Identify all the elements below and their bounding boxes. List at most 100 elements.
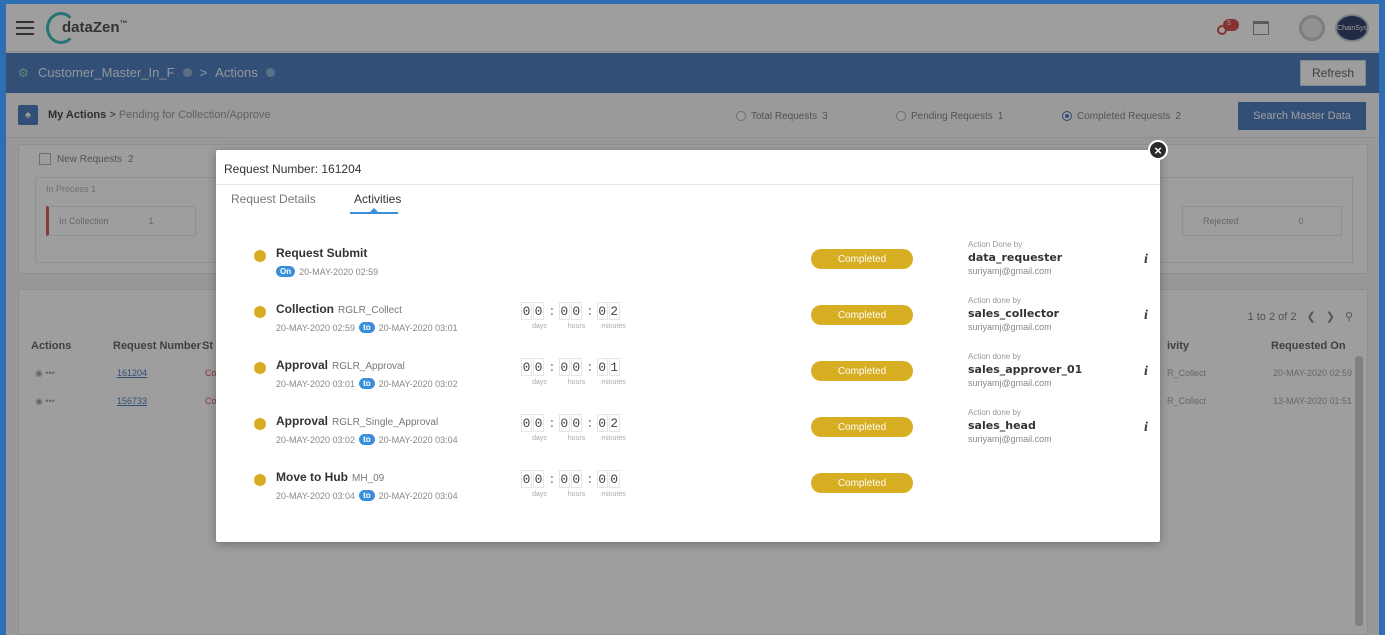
digit: 2 — [608, 302, 620, 320]
status-badge: Completed — [811, 417, 913, 437]
activity-date-to: 20-MAY-2020 03:01 — [378, 322, 458, 333]
minutes-label: minutes — [601, 379, 626, 386]
digit: 0 — [533, 470, 544, 488]
tab-request-details[interactable]: Request Details — [231, 192, 316, 206]
duration-timer: 00:00:01 days hours minutes — [521, 358, 632, 398]
modal-title: Request Number: 161204 — [224, 162, 362, 176]
digit: 0 — [521, 302, 532, 320]
done-by-user: sales_approver_01 — [968, 363, 1083, 376]
digit: 0 — [558, 302, 570, 320]
duration-timer: 00:00:02 days hours minutes — [521, 414, 632, 454]
activity-date-from: 20-MAY-2020 03:01 — [276, 378, 356, 389]
digit: 0 — [558, 470, 570, 488]
digit: 0 — [521, 414, 532, 432]
digit: 0 — [570, 302, 582, 320]
divider — [216, 184, 1160, 185]
digit: 0 — [521, 470, 532, 488]
digit: 1 — [608, 358, 620, 376]
digit: 0 — [596, 358, 608, 376]
timeline-dot-icon — [254, 474, 266, 486]
done-by-label: Action done by — [968, 408, 1021, 417]
status-badge: Completed — [811, 305, 913, 325]
done-by: Action done by sales_approver_01 suriyam… — [968, 352, 1082, 388]
active-tab-indicator — [350, 212, 398, 214]
days-label: days — [532, 379, 547, 386]
activity-date-from: 20-MAY-2020 02:59 — [276, 322, 356, 333]
done-by: Action done by sales_collector suriyamj@… — [968, 296, 1059, 332]
app-frame: dataZen™ 5 ChainSys ⚙ Customer_Master_In… — [6, 4, 1379, 635]
digit: 0 — [533, 302, 544, 320]
timeline-dot-icon — [254, 306, 266, 318]
hours-label: hours — [567, 323, 586, 330]
timeline-dot-icon — [254, 250, 266, 262]
done-by-user: sales_collector — [968, 307, 1060, 320]
activity-date-from: 20-MAY-2020 03:04 — [276, 490, 356, 501]
duration-timer: 00:00:02 days hours minutes — [521, 302, 632, 342]
duration-timer: 00:00:00 days hours minutes — [521, 470, 632, 510]
hours-label: hours — [567, 435, 586, 442]
done-by: Action Done by data_requester suriyamj@g… — [968, 240, 1062, 276]
done-by-user: data_requester — [968, 251, 1063, 264]
done-by-email: suriyamj@gmail.com — [968, 266, 1052, 276]
digit: 0 — [570, 358, 582, 376]
activity-date-from: 20-MAY-2020 02:59 — [299, 266, 379, 277]
caret-up-icon — [370, 208, 378, 212]
activity-row: Collection RGLR_Collect 20-MAY-2020 02:59… — [254, 296, 1148, 354]
days-label: days — [532, 323, 547, 330]
activity-name: Request Submit — [276, 246, 368, 260]
activity-date-to: 20-MAY-2020 03:02 — [378, 378, 458, 389]
digit: 0 — [533, 414, 544, 432]
days-label: days — [532, 491, 547, 498]
activity-sub: RGLR_Approval — [332, 361, 405, 372]
digit: 0 — [533, 358, 544, 376]
activity-row: Move to Hub MH_09 20-MAY-2020 03:04 to 20… — [254, 470, 1134, 522]
activity-sub: MH_09 — [352, 473, 385, 484]
digit: 0 — [596, 470, 608, 488]
digit: 2 — [608, 414, 620, 432]
activity-name: Move to Hub — [276, 470, 348, 484]
digit: 0 — [521, 358, 532, 376]
digit: 0 — [558, 358, 570, 376]
done-by-user: sales_head — [968, 419, 1036, 432]
done-by-label: Action done by — [968, 296, 1021, 305]
done-by-email: suriyamj@gmail.com — [968, 322, 1052, 332]
activity-sub: RGLR_Collect — [338, 305, 402, 316]
activity-row: Request Submit On 20-MAY-2020 02:59 Comp… — [254, 240, 1148, 298]
to-pill: to — [359, 434, 375, 445]
info-icon[interactable]: i — [1144, 420, 1148, 436]
tab-activities[interactable]: Activities — [354, 192, 401, 206]
digit: 0 — [596, 302, 608, 320]
minutes-label: minutes — [601, 323, 626, 330]
digit: 0 — [558, 414, 570, 432]
close-icon[interactable]: × — [1148, 140, 1168, 160]
info-icon[interactable]: i — [1144, 364, 1148, 380]
activity-row: Approval RGLR_Single_Approval 20-MAY-2020… — [254, 408, 1148, 466]
done-by-label: Action Done by — [968, 240, 1023, 249]
status-badge: Completed — [811, 361, 913, 381]
digit: 0 — [608, 470, 620, 488]
to-pill: to — [359, 322, 375, 333]
to-pill: to — [359, 378, 375, 389]
digit: 0 — [570, 470, 582, 488]
timeline-dot-icon — [254, 418, 266, 430]
done-by-email: suriyamj@gmail.com — [968, 434, 1052, 444]
activity-date-to: 20-MAY-2020 03:04 — [378, 490, 458, 501]
activity-name: Collection — [276, 302, 335, 316]
hours-label: hours — [567, 491, 586, 498]
activity-name: Approval — [276, 358, 329, 372]
activity-name: Approval — [276, 414, 329, 428]
activity-row: Approval RGLR_Approval 20-MAY-2020 03:01 … — [254, 352, 1148, 410]
activity-sub: RGLR_Single_Approval — [332, 417, 439, 428]
digit: 0 — [570, 414, 582, 432]
timeline-dot-icon — [254, 362, 266, 374]
done-by-email: suriyamj@gmail.com — [968, 378, 1052, 388]
digit: 0 — [596, 414, 608, 432]
done-by: Action done by sales_head suriyamj@gmail… — [968, 408, 1052, 444]
info-icon[interactable]: i — [1144, 252, 1148, 268]
hours-label: hours — [567, 379, 586, 386]
on-pill: On — [276, 266, 296, 277]
request-activities-modal: Request Number: 161204 Request Details A… — [216, 150, 1160, 542]
info-icon[interactable]: i — [1144, 308, 1148, 324]
status-badge: Completed — [811, 249, 913, 269]
minutes-label: minutes — [601, 435, 626, 442]
